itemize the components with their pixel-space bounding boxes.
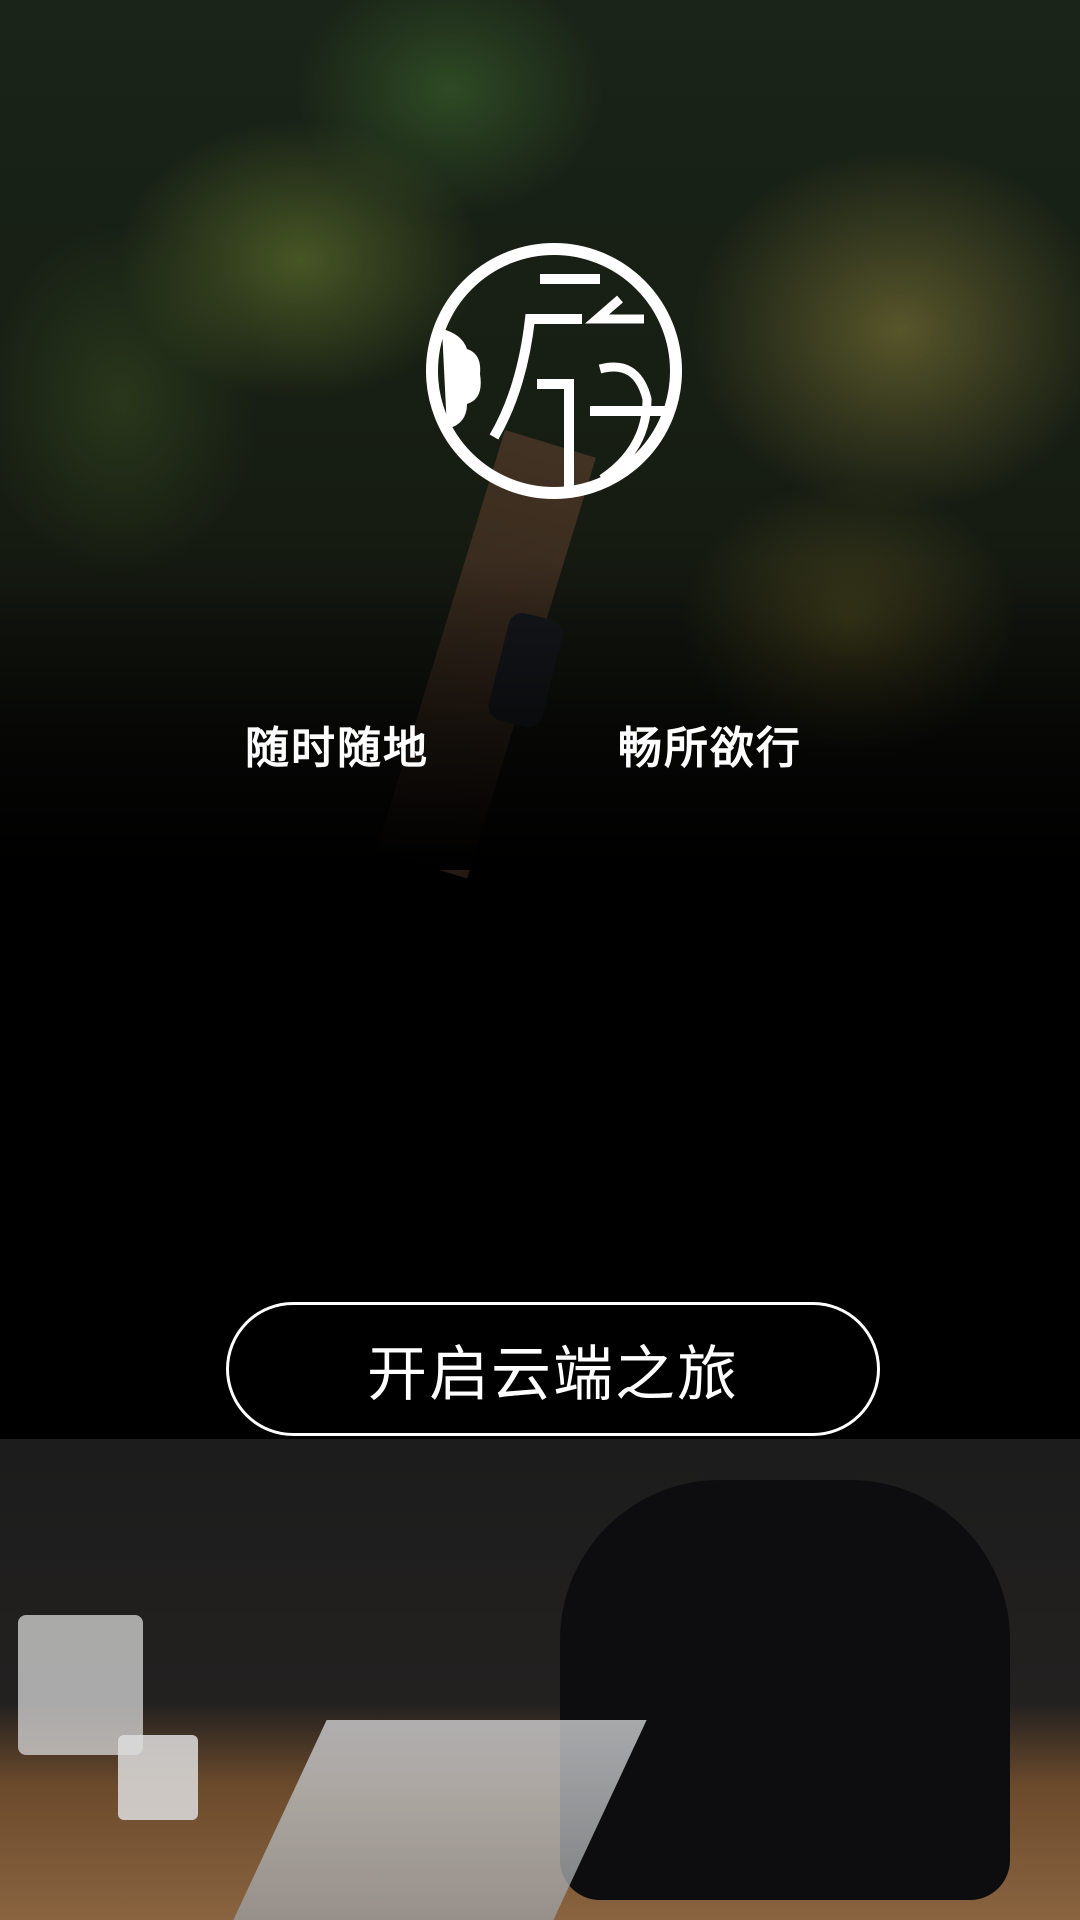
person-image [560,1480,1010,1900]
app-logo-icon [426,243,682,499]
cup-image [118,1735,198,1820]
slogan-left: 随时随地 [245,723,429,774]
start-cloud-journey-button[interactable]: 开启云端之旅 [226,1302,880,1436]
plant-pot-image [18,1615,143,1755]
start-button-label: 开启云端之旅 [367,1339,739,1410]
background-fade [0,560,1080,870]
slogan-right: 畅所欲行 [618,723,802,774]
